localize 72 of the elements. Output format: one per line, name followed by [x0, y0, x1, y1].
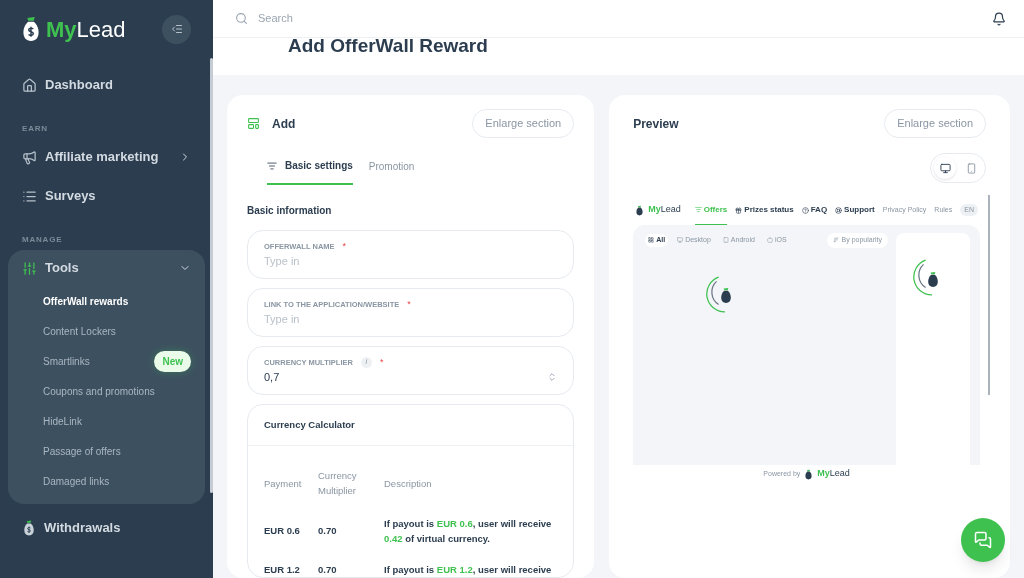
- desktop-view-button[interactable]: [934, 157, 956, 179]
- required-mark: *: [342, 239, 347, 253]
- logo-text: MyLead: [46, 15, 126, 44]
- required-mark: *: [379, 355, 384, 369]
- required-mark: *: [407, 297, 411, 311]
- desktop-icon: [939, 162, 951, 174]
- chat-icon: [974, 531, 992, 549]
- sidebar-item[interactable]: Affiliate marketing: [8, 139, 205, 175]
- table-cell-text: If payout is EUR 1.2, user will receive: [384, 563, 553, 578]
- notification-bell-icon[interactable]: [992, 11, 1006, 26]
- megaphone-icon: [22, 149, 37, 165]
- gift-icon: [735, 206, 743, 214]
- column-header: Currency Multiplier: [318, 469, 358, 499]
- mobile-icon: [965, 162, 977, 174]
- money-bag-icon: [718, 287, 733, 304]
- panel-title: Preview: [633, 115, 679, 133]
- lifebuoy-icon: [835, 206, 843, 214]
- spinner-arc-drawing: [913, 259, 933, 296]
- submenu-item[interactable]: Content Lockers: [43, 323, 191, 339]
- form-icon: [247, 117, 260, 130]
- submenu-item[interactable]: Passage of offers: [43, 443, 191, 459]
- list-icon: [694, 206, 702, 213]
- preview-nav-item[interactable]: Prizes status: [735, 195, 794, 225]
- logo-text: MyLead: [648, 203, 681, 217]
- table-cell-text: If payout is EUR 0.6, user will receive 0.42 of virtual currency.: [384, 517, 553, 547]
- table-cell-text: 0.70: [318, 524, 338, 539]
- sliders-icon: [22, 260, 37, 276]
- list-icon: [22, 188, 37, 204]
- table-cell-text: EUR 1.2: [264, 562, 301, 577]
- stepper-icon[interactable]: [547, 371, 558, 384]
- section-title: Basic information: [247, 204, 333, 218]
- logo-text: MyLead: [817, 467, 850, 481]
- preview-nav-item[interactable]: Support: [835, 195, 875, 225]
- monitor-icon: [677, 237, 684, 244]
- submenu-item[interactable]: HideLink: [43, 413, 191, 429]
- submenu-item[interactable]: Smartlinks: [43, 353, 155, 369]
- new-badge: New: [154, 350, 191, 372]
- collapse-icon: [170, 23, 183, 35]
- column-header: Description: [384, 476, 433, 491]
- money-bag-icon: [22, 520, 36, 536]
- money-bag-icon: [926, 270, 940, 288]
- sidebar-item[interactable]: Withdrawals: [8, 510, 205, 546]
- tab[interactable]: Promotion: [368, 148, 415, 185]
- section-heading: MANAGE: [21, 234, 64, 246]
- panel-title: Add: [272, 115, 296, 133]
- table-cell-text: 0.70: [318, 562, 338, 577]
- column-header: Payment: [264, 476, 303, 491]
- sidebar-item[interactable]: Tools: [8, 250, 205, 286]
- submenu-item[interactable]: Damaged links: [43, 473, 191, 489]
- filter-icon: [267, 160, 277, 171]
- money-bag-icon: [635, 204, 645, 216]
- preview-nav-item[interactable]: FAQ: [801, 195, 828, 225]
- input-field[interactable]: Type in: [264, 253, 558, 270]
- tab[interactable]: Basic settings: [267, 148, 353, 185]
- money-bag-icon: [804, 468, 814, 480]
- spinner-arc-drawing: [705, 275, 726, 313]
- grid-icon: [648, 237, 655, 244]
- input-field[interactable]: Type in: [264, 311, 558, 328]
- home-icon: [22, 77, 37, 93]
- table-cell-text: EUR 0.6: [264, 524, 301, 539]
- page-title: Add OfferWall Reward: [288, 38, 488, 54]
- calculator-title: Currency Calculator: [248, 405, 574, 447]
- search-icon: [235, 12, 248, 25]
- sidebar-item[interactable]: Dashboard: [8, 67, 205, 103]
- input-field[interactable]: 0,7: [264, 369, 548, 386]
- sidebar-item[interactable]: Surveys: [8, 178, 205, 214]
- submenu-item[interactable]: OfferWall rewards: [43, 293, 191, 309]
- money-bag-icon: [20, 16, 42, 42]
- submenu-item[interactable]: Coupons and promotions: [43, 383, 191, 399]
- tablet-icon: [722, 237, 729, 244]
- collapse-button[interactable]: [162, 14, 191, 44]
- section-heading: EARN: [21, 123, 49, 135]
